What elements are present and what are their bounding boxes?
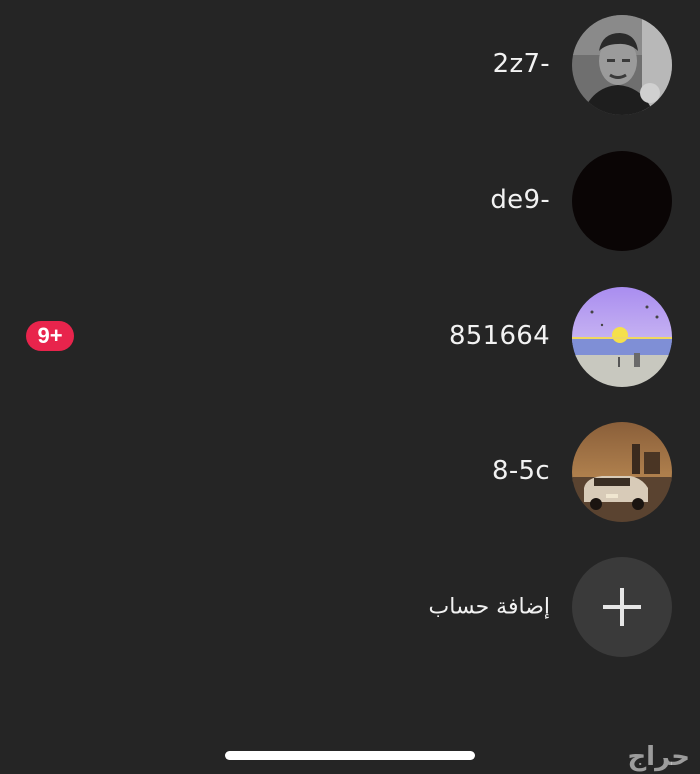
account-row-3[interactable]: 9+ 851664 [0,286,700,387]
account-row-2[interactable]: de9- [0,150,700,251]
portrait-photo-avatar [572,15,672,115]
add-account-button[interactable] [572,557,672,657]
add-account-row[interactable]: إضافة حساب [0,557,700,657]
home-indicator[interactable] [225,751,475,760]
account-username: 8-5c [492,456,550,486]
watermark-logo: حراج [627,742,690,772]
black-avatar [572,151,672,251]
account-username: de9- [490,185,550,215]
add-account-label: إضافة حساب [428,594,550,620]
plus-icon [603,588,641,626]
account-username: 851664 [448,321,550,351]
account-username: 2z7- [492,49,550,79]
account-row-1[interactable]: 2z7- [0,14,700,115]
notification-badge: 9+ [26,321,74,351]
vintage-car-avatar [572,422,672,522]
account-row-4[interactable]: 8-5c [0,421,700,522]
sunset-beach-avatar [572,287,672,387]
